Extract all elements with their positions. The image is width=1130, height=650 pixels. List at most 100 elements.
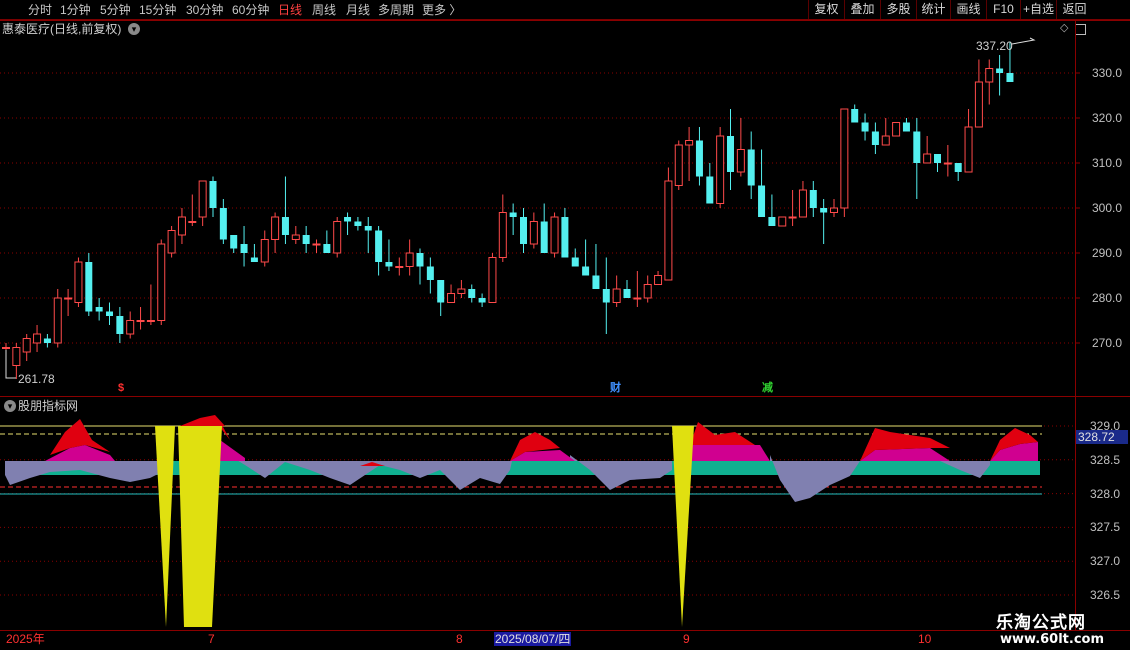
candle-body-up [333, 221, 342, 254]
finance-marker[interactable]: 财 [610, 382, 621, 394]
x-label-sep: 9 [683, 632, 690, 646]
candle-body-up [271, 216, 280, 240]
candle-body-down [468, 289, 476, 298]
indicator-magenta-d [690, 445, 770, 461]
watermark-title: 乐淘公式网 [996, 613, 1086, 633]
candle-body-up [157, 243, 166, 321]
candle-body-down [809, 190, 817, 208]
candle-body-up [550, 216, 559, 254]
candle-body-down [426, 266, 434, 280]
dividend-marker[interactable]: $ [118, 382, 124, 394]
candle-body-up [974, 81, 983, 128]
candle-body-down [354, 221, 362, 226]
candle-body-down [375, 230, 383, 262]
candle-body-up [881, 135, 890, 146]
price-tick: 320.0 [1092, 111, 1123, 125]
high-price-label: 337.20 [976, 39, 1013, 53]
candle-body-down [913, 131, 921, 163]
candle-body-down [902, 122, 910, 132]
indicator-red-cap [180, 415, 225, 426]
indicator-tick: 328.5 [1090, 452, 1121, 467]
candle-body-down [209, 181, 217, 208]
candle-body-up [126, 320, 135, 335]
candle-body-up [778, 216, 787, 227]
indicator-purple-b [220, 450, 512, 490]
candle-body-down [758, 185, 766, 217]
candle-body-down [851, 109, 859, 123]
candle-body-up [498, 212, 507, 258]
candle-body-down [747, 149, 755, 186]
candle-body-down [478, 298, 486, 303]
candle-body-up [736, 149, 745, 173]
candle-body-down [727, 136, 734, 172]
candle-body-down [437, 280, 445, 303]
price-tick: 280.0 [1092, 291, 1123, 305]
candle-body-down [240, 244, 248, 253]
candle-body-down [230, 235, 238, 249]
indicator-purple-d [770, 455, 860, 502]
candle-body-up [798, 189, 807, 218]
candle-body-up [312, 243, 321, 246]
candle-body-up [74, 261, 83, 303]
candle-body-up [136, 320, 145, 322]
price-tick: 310.0 [1092, 156, 1123, 170]
candle-body-up [395, 266, 404, 268]
candle-body-up [654, 275, 663, 285]
indicator-yellow-a [155, 426, 175, 627]
x-label-year: 2025年 [6, 632, 45, 646]
indicator-current-value: 328.72 [1076, 430, 1128, 444]
candle-body-up [405, 252, 414, 267]
candle-body-down [85, 262, 93, 312]
candle-body-up [685, 140, 694, 146]
candle-body-up [840, 108, 849, 209]
candle-body-up [892, 122, 901, 137]
candle-body-down [43, 338, 51, 343]
candle-body-up [2, 347, 10, 349]
price-tick: 290.0 [1092, 246, 1123, 260]
candle-body-down [509, 212, 517, 217]
candle-body-up [612, 288, 621, 303]
candle-body-up [674, 144, 683, 186]
candle-body-down [582, 266, 590, 276]
candle-body-down [592, 275, 600, 289]
candle-body-down [106, 311, 113, 316]
candle-body-up [260, 239, 269, 263]
candle-body-down [219, 208, 227, 240]
x-label-cursor-date: 2025/08/07/四 [494, 632, 572, 646]
candle-body-up [985, 68, 994, 83]
candle-body-down [116, 316, 124, 334]
candle-body-down [385, 262, 393, 267]
price-tick: 330.0 [1092, 66, 1123, 80]
candle-body-down [302, 235, 310, 244]
candle-body-down [820, 208, 828, 213]
candle-body-up [22, 338, 31, 353]
candle-body-up [788, 216, 797, 219]
candle-body-up [964, 126, 973, 173]
reduce-marker[interactable]: 减 [762, 382, 773, 394]
candle-body-up [146, 320, 155, 322]
candle-body-up [488, 257, 497, 303]
x-label-aug: 8 [456, 632, 463, 646]
candle-body-down [571, 257, 579, 267]
candle-body-down [281, 217, 289, 235]
price-chart[interactable] [0, 0, 1130, 650]
candle-body-up [64, 297, 73, 300]
candle-body-up [643, 284, 652, 299]
candle-body-up [291, 234, 300, 240]
candle-body-down [706, 176, 714, 204]
candle-body-up [457, 288, 466, 294]
indicator-dropdown-icon[interactable]: ▾ [4, 400, 16, 412]
candle-body-down [1006, 73, 1014, 82]
price-tick: 300.0 [1092, 201, 1123, 215]
candle-body-up [33, 333, 42, 344]
candle-body-down [934, 154, 941, 163]
candle-body-down [416, 253, 424, 267]
candle-body-down [520, 217, 527, 244]
candle-body-down [996, 68, 1004, 73]
indicator-yellow-c [672, 426, 694, 627]
candle-body-up [923, 153, 932, 164]
indicator-tick: 328.0 [1090, 486, 1121, 501]
candle-body-down [344, 217, 352, 222]
candle-body-down [95, 307, 103, 312]
candle-body-down [695, 140, 703, 177]
